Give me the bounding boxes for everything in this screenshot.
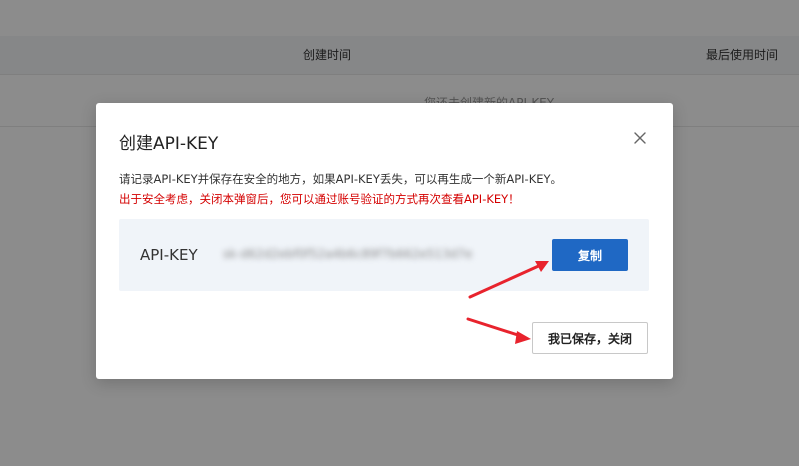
warning-text: 出于安全考虑，关闭本弹窗后，您可以通过账号验证的方式再次查看API-KEY！ — [119, 192, 520, 206]
api-key-label: API-KEY — [140, 246, 198, 264]
api-key-value: sk-d62d2ebf0f52a4b6c89f7b662e513d7e — [223, 247, 473, 261]
dialog-title: 创建API-KEY — [119, 134, 219, 154]
copy-button[interactable]: 复制 — [552, 239, 628, 271]
create-api-key-dialog: 创建API-KEY 请记录API-KEY并保存在安全的地方，如果API-KEY丢… — [96, 103, 673, 379]
saved-close-button[interactable]: 我已保存，关闭 — [532, 322, 648, 354]
api-key-box: API-KEY sk-d62d2ebf0f52a4b6c89f7b662e513… — [119, 219, 649, 291]
close-icon[interactable] — [632, 130, 648, 146]
info-text: 请记录API-KEY并保存在安全的地方，如果API-KEY丢失，可以再生成一个新… — [119, 172, 563, 186]
